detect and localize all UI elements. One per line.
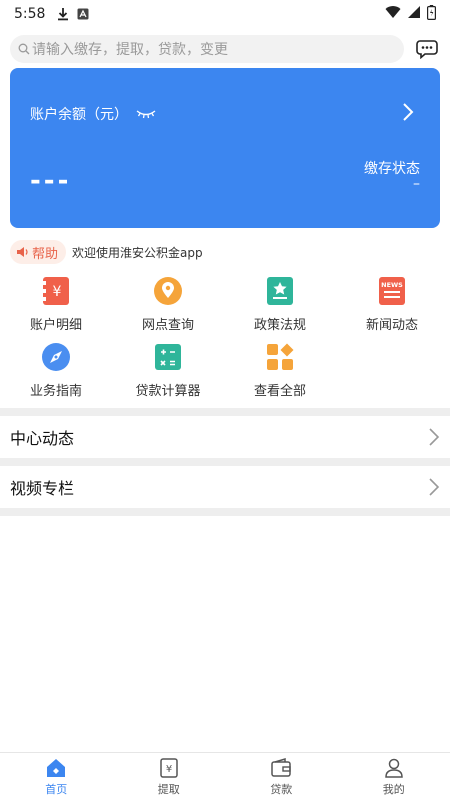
grid-label: 新闻动态 xyxy=(365,318,418,333)
status-bar: 5:58 xyxy=(0,0,450,28)
deposit-status-label: 缴存状态 xyxy=(364,161,420,177)
download-icon xyxy=(57,7,69,21)
tab-mine[interactable]: 我的 xyxy=(338,753,450,800)
grid-item-news[interactable]: NEWS 新闻动态 xyxy=(336,276,448,333)
status-time: 5:58 xyxy=(14,6,46,22)
tab-label: 我的 xyxy=(382,782,405,796)
tab-label: 首页 xyxy=(45,782,68,796)
news-icon: NEWS xyxy=(379,277,405,305)
help-label: 帮助 xyxy=(32,246,59,262)
search-placeholder: 请输入缴存，提取，贷款，变更 xyxy=(32,42,228,58)
grid-item-view-all[interactable]: 查看全部 xyxy=(224,342,336,399)
bottom-tab-bar: 首页 ¥ 提取 贷款 我的 xyxy=(0,752,450,800)
home-icon xyxy=(47,758,66,777)
all-apps-icon xyxy=(267,343,294,370)
grid-item-policy[interactable]: 政策法规 xyxy=(224,276,336,333)
battery-icon xyxy=(427,4,437,24)
svg-text:¥: ¥ xyxy=(53,284,62,300)
eye-closed-icon[interactable] xyxy=(136,108,156,120)
help-button[interactable]: 帮助 xyxy=(10,240,67,264)
section-divider xyxy=(0,508,450,516)
chat-bubble-icon xyxy=(416,39,438,59)
tab-label: 提取 xyxy=(157,782,180,796)
user-icon xyxy=(384,758,403,778)
notice-text: 欢迎使用淮安公积金app xyxy=(72,245,203,260)
chevron-right-icon xyxy=(428,477,440,497)
grid-label: 政策法规 xyxy=(253,318,306,333)
policy-star-icon xyxy=(267,277,293,305)
grid-label: 查看全部 xyxy=(253,384,306,399)
balance-card[interactable]: 账户余额（元） --- 缴存状态 – xyxy=(10,68,440,228)
app-notification-icon xyxy=(77,8,89,20)
chevron-right-icon xyxy=(428,427,440,447)
location-pin-icon xyxy=(154,277,182,305)
grid-item-loan-calculator[interactable]: 贷款计算器 xyxy=(112,342,224,399)
chevron-right-icon[interactable] xyxy=(402,102,414,126)
wifi-icon xyxy=(385,5,401,23)
wallet-icon xyxy=(271,757,291,777)
section-divider xyxy=(0,458,450,466)
tab-label: 贷款 xyxy=(270,782,293,796)
grid-label: 网点查询 xyxy=(141,318,194,333)
section-video-column[interactable]: 视频专栏 xyxy=(0,466,450,508)
grid-label: 贷款计算器 xyxy=(135,384,201,399)
withdraw-icon: ¥ xyxy=(160,757,178,778)
tab-home[interactable]: 首页 xyxy=(0,753,113,800)
tab-loan[interactable]: 贷款 xyxy=(225,753,338,800)
calculator-icon xyxy=(155,344,181,370)
search-input[interactable]: 请输入缴存，提取，贷款，变更 xyxy=(10,35,404,63)
compass-icon xyxy=(42,343,70,371)
grid-label: 账户明细 xyxy=(29,318,82,333)
section-title: 视频专栏 xyxy=(10,479,75,498)
grid-label: 业务指南 xyxy=(29,384,82,399)
speaker-icon xyxy=(16,246,29,258)
grid-item-business-guide[interactable]: 业务指南 xyxy=(0,342,112,399)
deposit-status-value: – xyxy=(413,176,420,192)
svg-text:NEWS: NEWS xyxy=(381,281,403,289)
search-icon xyxy=(18,43,30,55)
account-detail-icon: ¥ xyxy=(43,277,69,305)
grid-item-account-detail[interactable]: ¥ 账户明细 xyxy=(0,276,112,333)
tab-withdraw[interactable]: ¥ 提取 xyxy=(113,753,226,800)
balance-amount: --- xyxy=(30,166,72,196)
notice-row: 帮助 欢迎使用淮安公积金app xyxy=(10,240,203,264)
section-title: 中心动态 xyxy=(10,429,75,448)
balance-label: 账户余额（元） xyxy=(30,107,128,123)
grid-item-outlet-query[interactable]: 网点查询 xyxy=(112,276,224,333)
balance-label-row: 账户余额（元） xyxy=(30,104,156,124)
section-center-news[interactable]: 中心动态 xyxy=(0,416,450,458)
signal-icon xyxy=(407,5,421,23)
search-row: 请输入缴存，提取，贷款，变更 xyxy=(10,34,442,64)
message-button[interactable] xyxy=(412,34,442,64)
svg-text:¥: ¥ xyxy=(166,764,172,775)
section-divider xyxy=(0,408,450,416)
